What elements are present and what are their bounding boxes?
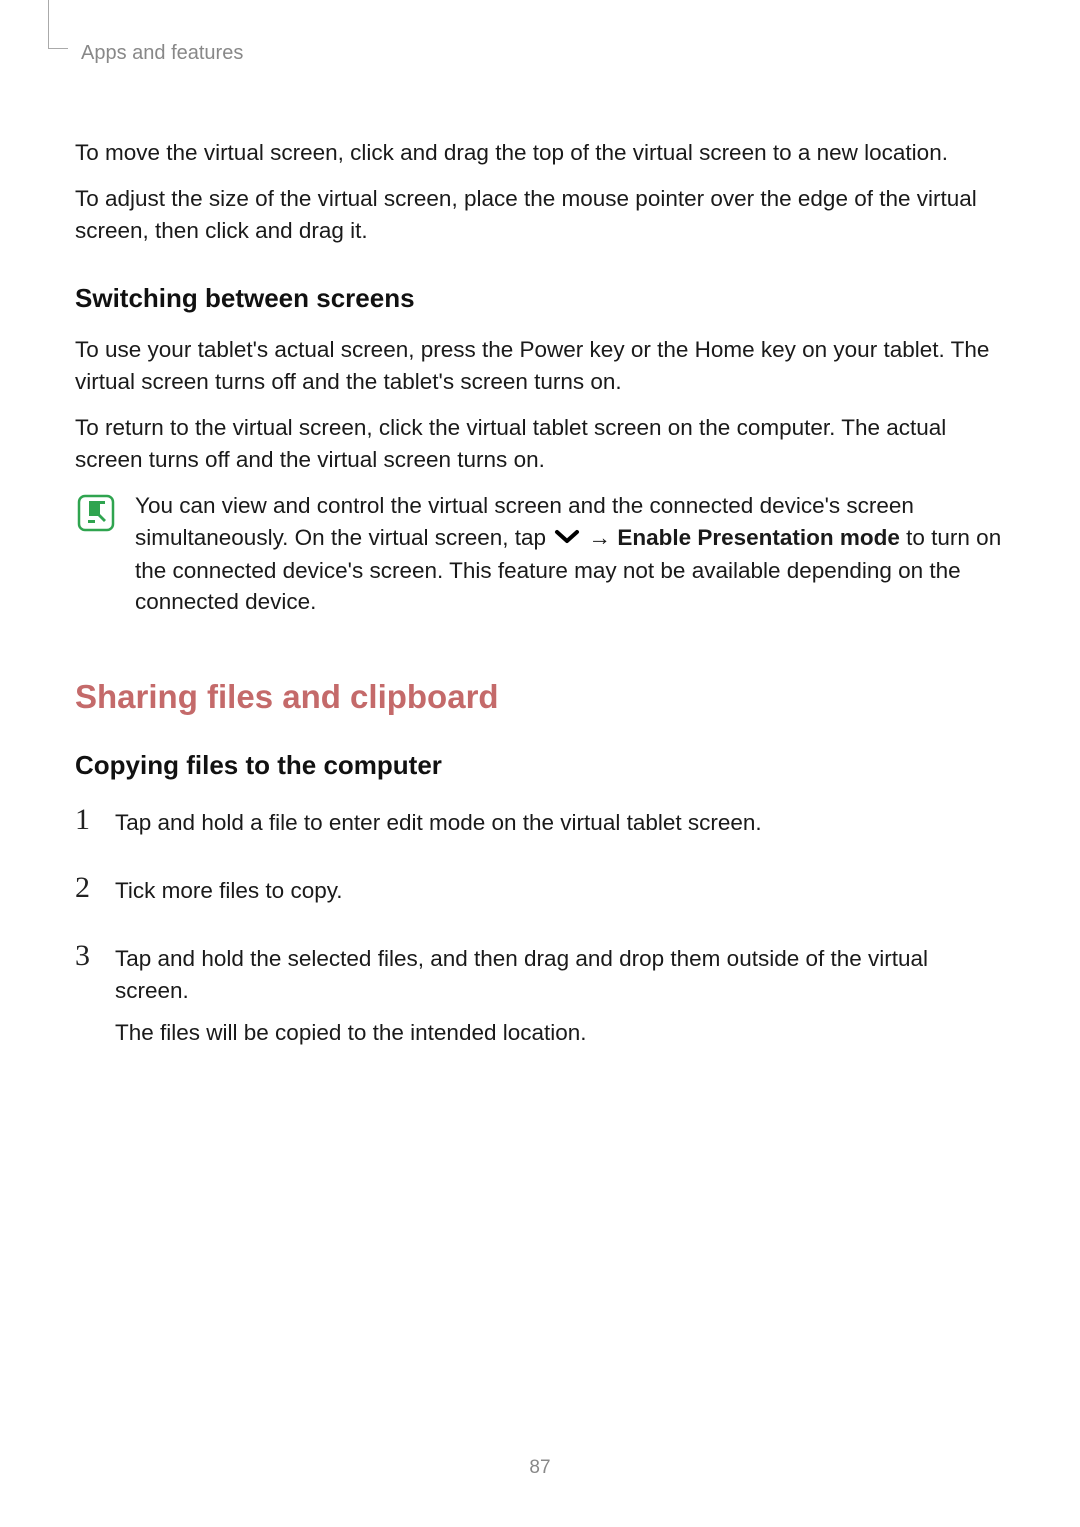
heading-switching-screens: Switching between screens [75,283,1005,314]
breadcrumb: Apps and features [75,42,1005,65]
step-number: 2 [75,871,97,904]
paragraph: To adjust the size of the virtual screen… [75,183,1005,247]
note-text: You can view and control the virtual scr… [135,490,1005,619]
step-item: 2 Tick more files to copy. [75,871,1005,917]
paragraph: To use your tablet's actual screen, pres… [75,334,1005,398]
step-number: 1 [75,803,97,836]
note-block: You can view and control the virtual scr… [75,490,1005,619]
paragraph: To return to the virtual screen, click t… [75,412,1005,476]
step-item: 3 Tap and hold the selected files, and t… [75,939,1005,1059]
step-body: Tap and hold the selected files, and the… [115,939,1005,1059]
step-body: Tick more files to copy. [115,871,343,917]
chevron-down-icon [554,523,580,555]
note-icon [75,492,117,539]
paragraph: To move the virtual screen, click and dr… [75,137,1005,169]
step-body: Tap and hold a file to enter edit mode o… [115,803,762,849]
steps-list: 1 Tap and hold a file to enter edit mode… [75,803,1005,1059]
heading-copying-files: Copying files to the computer [75,750,1005,781]
page-content: Apps and features To move the virtual sc… [0,0,1080,1059]
heading-sharing-files: Sharing files and clipboard [75,678,1005,716]
page-number: 87 [0,1457,1080,1479]
step-item: 1 Tap and hold a file to enter edit mode… [75,803,1005,849]
step-number: 3 [75,939,97,972]
